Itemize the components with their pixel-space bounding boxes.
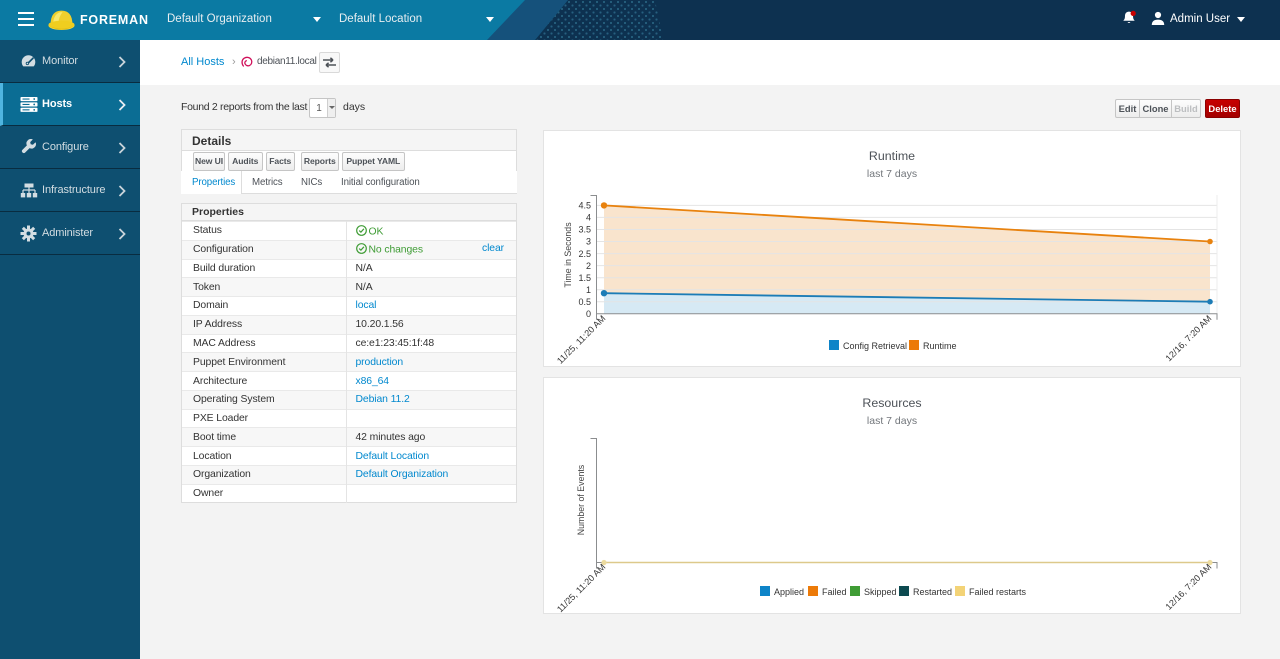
svg-text:Time in Seconds: Time in Seconds [563,222,573,288]
svg-text:Skipped: Skipped [864,587,897,597]
svg-text:Runtime: Runtime [869,149,915,163]
svg-text:Runtime: Runtime [923,341,957,351]
svg-text:0: 0 [586,309,591,319]
svg-text:Restarted: Restarted [913,587,952,597]
svg-text:12/16, 7:20 AM: 12/16, 7:20 AM [1164,313,1214,363]
svg-text:4: 4 [586,213,591,223]
svg-text:1.5: 1.5 [578,273,591,283]
svg-text:11/25, 11:20 AM: 11/25, 11:20 AM [555,562,607,613]
svg-text:last 7 days: last 7 days [867,168,917,180]
svg-text:4.5: 4.5 [578,201,591,211]
svg-text:2.5: 2.5 [578,249,591,259]
svg-text:3: 3 [586,237,591,247]
svg-text:2: 2 [586,261,591,271]
svg-text:Applied: Applied [774,587,804,597]
svg-text:Failed restarts: Failed restarts [969,587,1027,597]
svg-text:Failed: Failed [822,587,847,597]
svg-text:Resources: Resources [862,396,921,410]
svg-text:11/25, 11:20 AM: 11/25, 11:20 AM [555,313,607,365]
svg-text:0.5: 0.5 [578,297,591,307]
svg-text:3.5: 3.5 [578,225,591,235]
svg-text:Config Retrieval: Config Retrieval [843,341,907,351]
svg-text:1: 1 [586,285,591,295]
svg-text:last 7 days: last 7 days [867,415,917,427]
svg-text:Number of Events: Number of Events [576,464,586,535]
svg-text:12/16, 7:20 AM: 12/16, 7:20 AM [1164,562,1214,612]
